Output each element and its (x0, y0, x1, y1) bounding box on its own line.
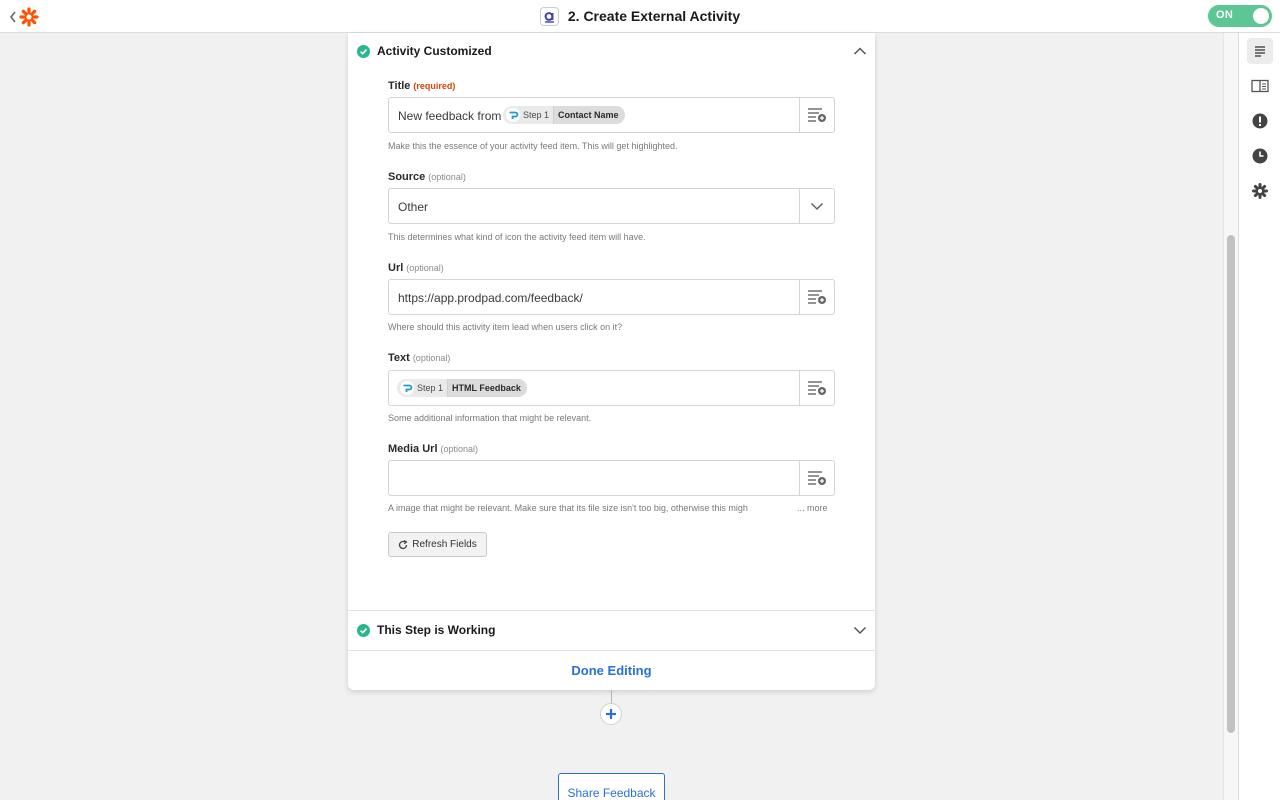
optional-tag: (optional) (406, 263, 444, 273)
text-field[interactable]: Step 1 HTML Feedback (388, 370, 835, 406)
url-help: Where should this activity item lead whe… (388, 322, 623, 332)
guide-button[interactable] (1247, 73, 1273, 99)
insert-data-icon (808, 381, 826, 395)
title-prefix-text: New feedback from (398, 109, 502, 123)
check-circle-icon (357, 44, 370, 58)
source-dropdown-button[interactable] (799, 189, 834, 223)
pill-field-name: HTML Feedback (447, 379, 527, 397)
url-label: Url (optional) (388, 262, 444, 274)
source-select[interactable]: Other (388, 188, 835, 224)
step-data-pill[interactable]: Step 1 Contact Name (503, 106, 625, 124)
media-url-label-text: Media Url (388, 443, 438, 455)
text-label-text: Text (388, 352, 410, 364)
pill-field-name: Contact Name (553, 106, 625, 124)
insert-data-button[interactable] (799, 461, 834, 495)
step-title-group: 2. Create External Activity (539, 6, 741, 26)
share-feedback-button[interactable]: Share Feedback (558, 773, 665, 800)
prodpad-icon (506, 108, 520, 122)
refresh-label: Refresh Fields (412, 539, 477, 550)
url-field[interactable]: https://app.prodpad.com/feedback/ (388, 279, 835, 315)
title-label-text: Title (388, 80, 411, 92)
title-label: Title (required) (388, 80, 455, 92)
pill-step-label: Step 1 (417, 383, 444, 393)
alert-icon (1252, 113, 1268, 129)
step-data-pill[interactable]: Step 1 HTML Feedback (397, 379, 527, 397)
insert-data-icon (808, 290, 826, 304)
step-card: Activity Customized Title (required) New … (348, 33, 875, 690)
media-url-label: Media Url (optional) (388, 443, 478, 455)
zapier-logo-icon (19, 7, 39, 27)
chevron-down-icon (853, 626, 867, 635)
details-button[interactable] (1247, 38, 1273, 64)
pill-step-label: Step 1 (523, 110, 550, 120)
page-title: 2. Create External Activity (567, 8, 741, 24)
top-bar: 2. Create External Activity ON (0, 0, 1280, 33)
url-value: https://app.prodpad.com/feedback/ (398, 291, 583, 305)
url-label-text: Url (388, 262, 404, 274)
history-icon (1252, 148, 1268, 164)
optional-tag: (optional) (428, 172, 466, 182)
right-sidebar (1238, 33, 1280, 800)
insert-data-icon (808, 108, 826, 122)
check-circle-icon (357, 623, 370, 637)
title-wrap: 2. Create External Activity (0, 0, 1280, 32)
toggle-knob (1253, 8, 1269, 24)
insert-data-icon (808, 471, 826, 485)
insert-data-button[interactable] (799, 371, 834, 405)
chevron-up-icon (853, 47, 867, 55)
done-editing-button[interactable]: Done Editing (348, 651, 875, 690)
section-header-test[interactable]: This Step is Working (348, 612, 875, 648)
title-help: Make this the essence of your activity f… (388, 141, 678, 151)
section-title: Activity Customized (377, 44, 492, 58)
source-value: Other (398, 200, 429, 214)
guide-icon (1251, 79, 1269, 93)
history-button[interactable] (1247, 143, 1273, 169)
refresh-fields-button[interactable]: Refresh Fields (388, 532, 487, 557)
toggle-label: ON (1216, 9, 1234, 21)
source-help: This determines what kind of icon the ac… (388, 232, 646, 242)
scrollbar[interactable] (1223, 33, 1238, 800)
text-label: Text (optional) (388, 352, 450, 364)
chevron-left-icon (9, 11, 16, 23)
media-url-field[interactable] (388, 460, 835, 496)
help-more-link[interactable]: ... more (797, 503, 828, 513)
prodpad-icon (400, 381, 414, 395)
title-field[interactable]: New feedback from Step 1 Contact Name (388, 97, 835, 133)
add-step-button[interactable] (600, 703, 622, 725)
step-connector (611, 690, 612, 704)
media-url-help: A image that might be relevant. Make sur… (388, 503, 748, 513)
divider (348, 610, 875, 611)
scrollbar-thumb[interactable] (1227, 235, 1235, 733)
plus-icon (606, 709, 616, 719)
insert-data-button[interactable] (799, 98, 834, 132)
on-off-toggle[interactable]: ON (1208, 5, 1272, 27)
required-tag: (required) (413, 81, 456, 91)
settings-button[interactable] (1247, 178, 1273, 204)
source-label-text: Source (388, 171, 426, 183)
insert-data-button[interactable] (799, 280, 834, 314)
details-icon (1255, 46, 1265, 57)
app-letter-icon (544, 11, 554, 23)
refresh-icon (399, 539, 408, 549)
app-icon (539, 6, 559, 26)
section-title: This Step is Working (377, 623, 496, 637)
source-label: Source (optional) (388, 171, 466, 183)
optional-tag: (optional) (412, 353, 451, 363)
chevron-down-icon (810, 202, 824, 211)
section-header-customize[interactable]: Activity Customized (348, 33, 875, 69)
text-help: Some additional information that might b… (388, 413, 592, 423)
settings-icon (1252, 183, 1268, 199)
back-button[interactable] (8, 6, 42, 28)
optional-tag: (optional) (440, 444, 479, 454)
alert-button[interactable] (1247, 108, 1273, 134)
